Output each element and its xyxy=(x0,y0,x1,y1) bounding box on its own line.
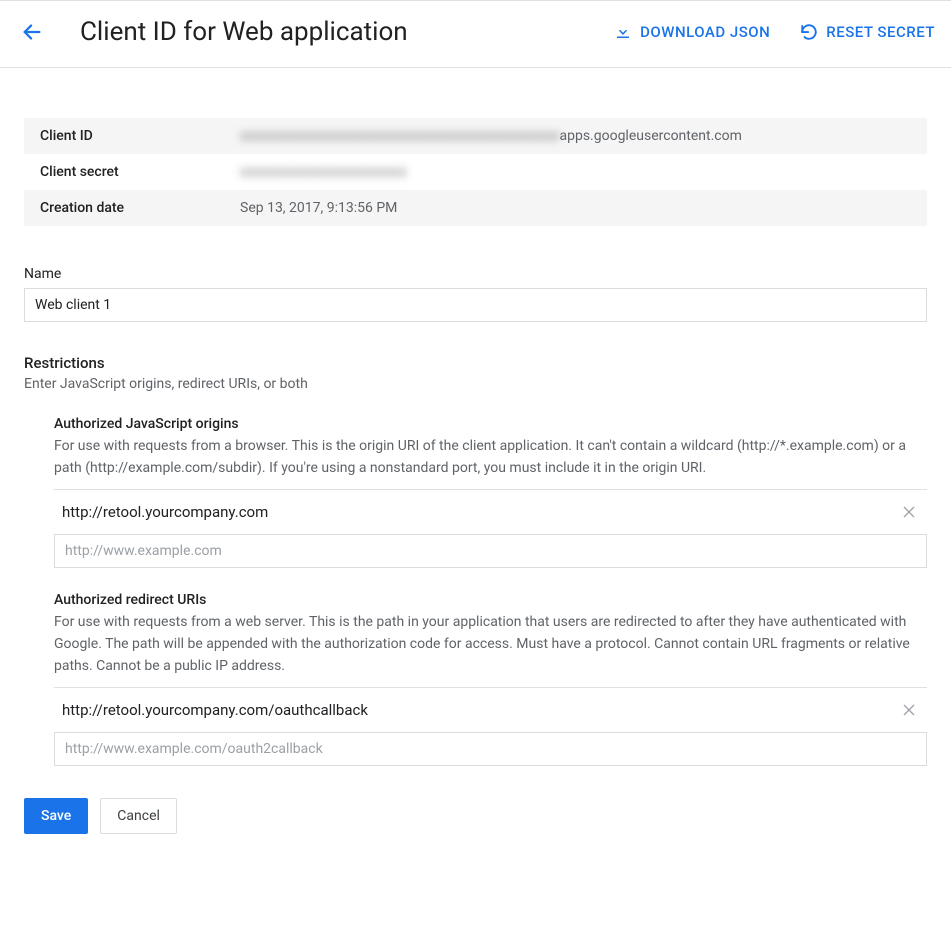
client-id-value: xxxxxxxxxxxxxxxxxxxxxxxxxxxxxxxxxxxxxxxx… xyxy=(224,118,927,154)
client-id-suffix: apps.googleusercontent.com xyxy=(559,128,741,144)
client-id-label: Client ID xyxy=(24,118,224,154)
page-title: Client ID for Web application xyxy=(80,17,584,47)
client-info-table: Client ID xxxxxxxxxxxxxxxxxxxxxxxxxxxxxx… xyxy=(24,118,927,226)
js-origins-description: For use with requests from a browser. Th… xyxy=(54,436,927,479)
table-row: Creation date Sep 13, 2017, 9:13:56 PM xyxy=(24,190,927,226)
redirect-uris-section: Authorized redirect URIs For use with re… xyxy=(24,592,927,766)
refresh-icon xyxy=(800,23,818,41)
redirect-uris-description: For use with requests from a web server.… xyxy=(54,612,927,677)
client-secret-label: Client secret xyxy=(24,154,224,190)
client-secret-value: xxxxxxxxxxxxxxxxxxxxxxxx xyxy=(224,154,927,190)
reset-secret-label: RESET SECRET xyxy=(826,23,935,41)
redirect-uris-title: Authorized redirect URIs xyxy=(54,592,927,608)
reset-secret-button[interactable]: RESET SECRET xyxy=(800,23,935,41)
table-row: Client secret xxxxxxxxxxxxxxxxxxxxxxxx xyxy=(24,154,927,190)
cancel-button[interactable]: Cancel xyxy=(100,798,177,834)
download-icon xyxy=(614,23,632,41)
creation-date-value: Sep 13, 2017, 9:13:56 PM xyxy=(224,190,927,226)
redirect-uri-add-input[interactable] xyxy=(54,732,927,766)
table-row: Client ID xxxxxxxxxxxxxxxxxxxxxxxxxxxxxx… xyxy=(24,118,927,154)
back-arrow-icon[interactable] xyxy=(20,20,44,44)
name-input[interactable] xyxy=(24,288,927,322)
save-button[interactable]: Save xyxy=(24,798,88,834)
restrictions-subtitle: Enter JavaScript origins, redirect URIs,… xyxy=(24,376,927,392)
client-id-masked: xxxxxxxxxxxxxxxxxxxxxxxxxxxxxxxxxxxxxxxx… xyxy=(240,128,559,144)
js-origin-value[interactable]: http://retool.yourcompany.com xyxy=(62,503,899,521)
js-origins-title: Authorized JavaScript origins xyxy=(54,416,927,432)
close-icon[interactable] xyxy=(899,502,919,522)
name-label: Name xyxy=(24,266,927,282)
js-origins-section: Authorized JavaScript origins For use wi… xyxy=(24,416,927,568)
download-json-label: DOWNLOAD JSON xyxy=(640,23,770,41)
client-secret-masked: xxxxxxxxxxxxxxxxxxxxxxxx xyxy=(240,164,407,180)
redirect-uri-value[interactable]: http://retool.yourcompany.com/oauthcallb… xyxy=(62,701,899,719)
js-origin-add-input[interactable] xyxy=(54,534,927,568)
restrictions-title: Restrictions xyxy=(24,354,927,372)
redirect-uri-entry: http://retool.yourcompany.com/oauthcallb… xyxy=(54,688,927,732)
creation-date-label: Creation date xyxy=(24,190,224,226)
close-icon[interactable] xyxy=(899,700,919,720)
download-json-button[interactable]: DOWNLOAD JSON xyxy=(614,23,770,41)
js-origin-entry: http://retool.yourcompany.com xyxy=(54,490,927,534)
